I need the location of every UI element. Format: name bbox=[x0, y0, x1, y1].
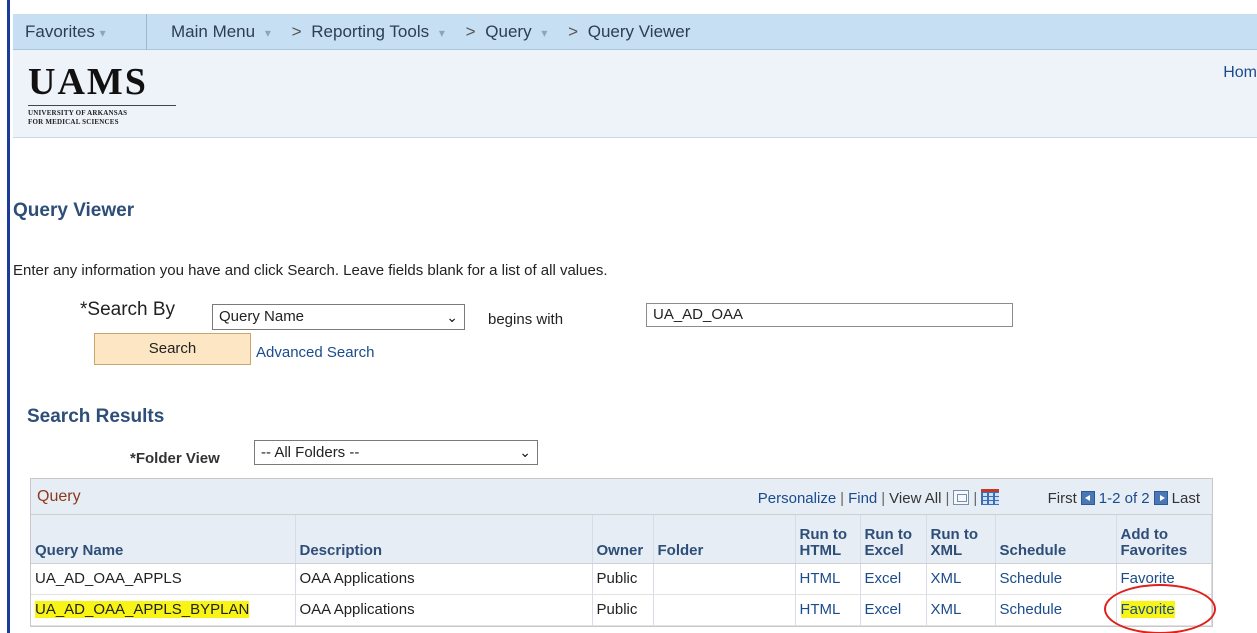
search-button[interactable]: Search bbox=[94, 333, 251, 365]
grid-title: Query bbox=[37, 488, 81, 505]
main-menu[interactable]: Main Menu ▾ bbox=[171, 22, 276, 41]
cell-description: OAA Applications bbox=[295, 563, 593, 595]
search-by-select[interactable]: Query Name ⌄ bbox=[212, 304, 465, 330]
column-header-description[interactable]: Description bbox=[295, 515, 593, 564]
folder-view-value: -- All Folders -- bbox=[261, 444, 360, 461]
instructions-text: Enter any information you have and click… bbox=[13, 262, 608, 279]
breadcrumb: Main Menu ▾ > Reporting Tools ▾ > Query … bbox=[171, 14, 695, 51]
previous-arrow-icon[interactable] bbox=[1080, 491, 1095, 505]
header-banner: UAMS UNIVERSITY OF ARKANSAS FOR MEDICAL … bbox=[13, 50, 1257, 138]
chevron-down-icon: ▾ bbox=[438, 26, 445, 40]
column-header-query-name[interactable]: Query Name bbox=[31, 515, 296, 564]
popout-icon[interactable] bbox=[953, 490, 970, 505]
run-excel-link[interactable]: Excel bbox=[860, 594, 927, 626]
search-by-value: Query Name bbox=[219, 308, 305, 325]
grid-download-icon[interactable] bbox=[981, 489, 1000, 505]
next-arrow-icon[interactable] bbox=[1153, 491, 1168, 505]
highlighted-favorite: Favorite bbox=[1120, 601, 1175, 618]
query-name-input[interactable]: UA_AD_OAA bbox=[646, 303, 1013, 327]
breadcrumb-query[interactable]: Query ▾ bbox=[485, 22, 552, 41]
breadcrumb-separator: > bbox=[465, 22, 476, 41]
logo-divider bbox=[28, 105, 176, 106]
run-excel-link[interactable]: Excel bbox=[860, 563, 927, 595]
run-xml-link[interactable]: XML bbox=[926, 563, 996, 595]
chevron-down-icon: ▾ bbox=[264, 26, 271, 40]
breadcrumb-separator: > bbox=[291, 22, 302, 41]
add-favorite-link[interactable]: Favorite bbox=[1116, 563, 1212, 595]
range-label: 1-2 of 2 bbox=[1098, 490, 1150, 507]
personalize-link[interactable]: Personalize bbox=[758, 490, 836, 507]
uams-logo: UAMS UNIVERSITY OF ARKANSAS FOR MEDICAL … bbox=[28, 62, 176, 127]
table-row: UA_AD_OAA_APPLS_BYPLAN OAA Applications … bbox=[31, 594, 1212, 626]
page-title: Query Viewer bbox=[13, 200, 135, 221]
run-html-link[interactable]: HTML bbox=[795, 594, 861, 626]
operator-label: begins with bbox=[488, 311, 564, 328]
column-header-run-html[interactable]: Run to HTML bbox=[795, 515, 861, 564]
table-row: UA_AD_OAA_APPLS OAA Applications Public … bbox=[31, 563, 1212, 595]
home-link[interactable]: Hom bbox=[1223, 64, 1257, 82]
logo-wordmark: UAMS bbox=[28, 61, 148, 103]
folder-view-select[interactable]: -- All Folders -- ⌄ bbox=[254, 440, 538, 465]
add-favorite-link[interactable]: Favorite bbox=[1116, 594, 1212, 626]
view-all-link[interactable]: View All bbox=[889, 490, 941, 507]
chevron-down-icon: ⌄ bbox=[446, 309, 458, 325]
cell-owner: Public bbox=[592, 594, 654, 626]
breadcrumb-separator: > bbox=[568, 22, 579, 41]
folder-view-label: *Folder View bbox=[130, 450, 220, 467]
highlighted-query-name: UA_AD_OAA_APPLS_BYPLAN bbox=[35, 601, 250, 618]
cell-folder bbox=[653, 594, 796, 626]
search-results-title: Search Results bbox=[27, 406, 165, 427]
navigation-bar: Favorites ▾ Main Menu ▾ > Reporting Tool… bbox=[13, 14, 1257, 50]
column-header-run-excel[interactable]: Run to Excel bbox=[860, 515, 927, 564]
grid-tools: Personalize | Find | View All | | First 1-2 of … bbox=[757, 489, 1200, 507]
last-label: Last bbox=[1171, 490, 1200, 507]
chevron-down-icon: ⌄ bbox=[519, 444, 531, 460]
cell-folder bbox=[653, 563, 796, 595]
logo-subtitle-line-2: FOR MEDICAL SCIENCES bbox=[28, 118, 119, 126]
cell-owner: Public bbox=[592, 563, 654, 595]
column-header-run-xml[interactable]: Run to XML bbox=[926, 515, 996, 564]
run-html-link[interactable]: HTML bbox=[795, 563, 861, 595]
column-header-owner[interactable]: Owner bbox=[592, 515, 654, 564]
schedule-link[interactable]: Schedule bbox=[995, 563, 1117, 595]
chevron-down-icon: ▾ bbox=[541, 26, 548, 40]
logo-subtitle-line-1: UNIVERSITY OF ARKANSAS bbox=[28, 109, 128, 117]
column-header-schedule[interactable]: Schedule bbox=[995, 515, 1117, 564]
breadcrumb-query-viewer[interactable]: Query Viewer bbox=[588, 22, 691, 41]
results-table: Query Name Description Owner Folder Run … bbox=[31, 515, 1212, 626]
favorites-label: Favorites bbox=[25, 22, 95, 41]
column-header-add-favorites[interactable]: Add to Favorites bbox=[1116, 515, 1212, 564]
cell-description: OAA Applications bbox=[295, 594, 593, 626]
grid-toolbar: Query Personalize | Find | View All | | First 1… bbox=[31, 479, 1212, 515]
window-left-edge bbox=[0, 0, 10, 633]
results-grid: Query Personalize | Find | View All | | First 1… bbox=[30, 478, 1213, 627]
cell-query-name: UA_AD_OAA_APPLS bbox=[31, 563, 296, 595]
find-link[interactable]: Find bbox=[848, 490, 877, 507]
search-by-label: *Search By bbox=[80, 299, 176, 320]
chevron-down-icon: ▾ bbox=[99, 26, 106, 40]
cell-query-name: UA_AD_OAA_APPLS_BYPLAN bbox=[31, 594, 296, 626]
first-label: First bbox=[1047, 490, 1077, 507]
table-header-row: Query Name Description Owner Folder Run … bbox=[31, 515, 1212, 564]
column-header-folder[interactable]: Folder bbox=[653, 515, 796, 564]
run-xml-link[interactable]: XML bbox=[926, 594, 996, 626]
breadcrumb-reporting-tools[interactable]: Reporting Tools ▾ bbox=[311, 22, 450, 41]
schedule-link[interactable]: Schedule bbox=[995, 594, 1117, 626]
favorites-menu[interactable]: Favorites ▾ bbox=[13, 14, 147, 50]
advanced-search-link[interactable]: Advanced Search bbox=[256, 344, 374, 361]
